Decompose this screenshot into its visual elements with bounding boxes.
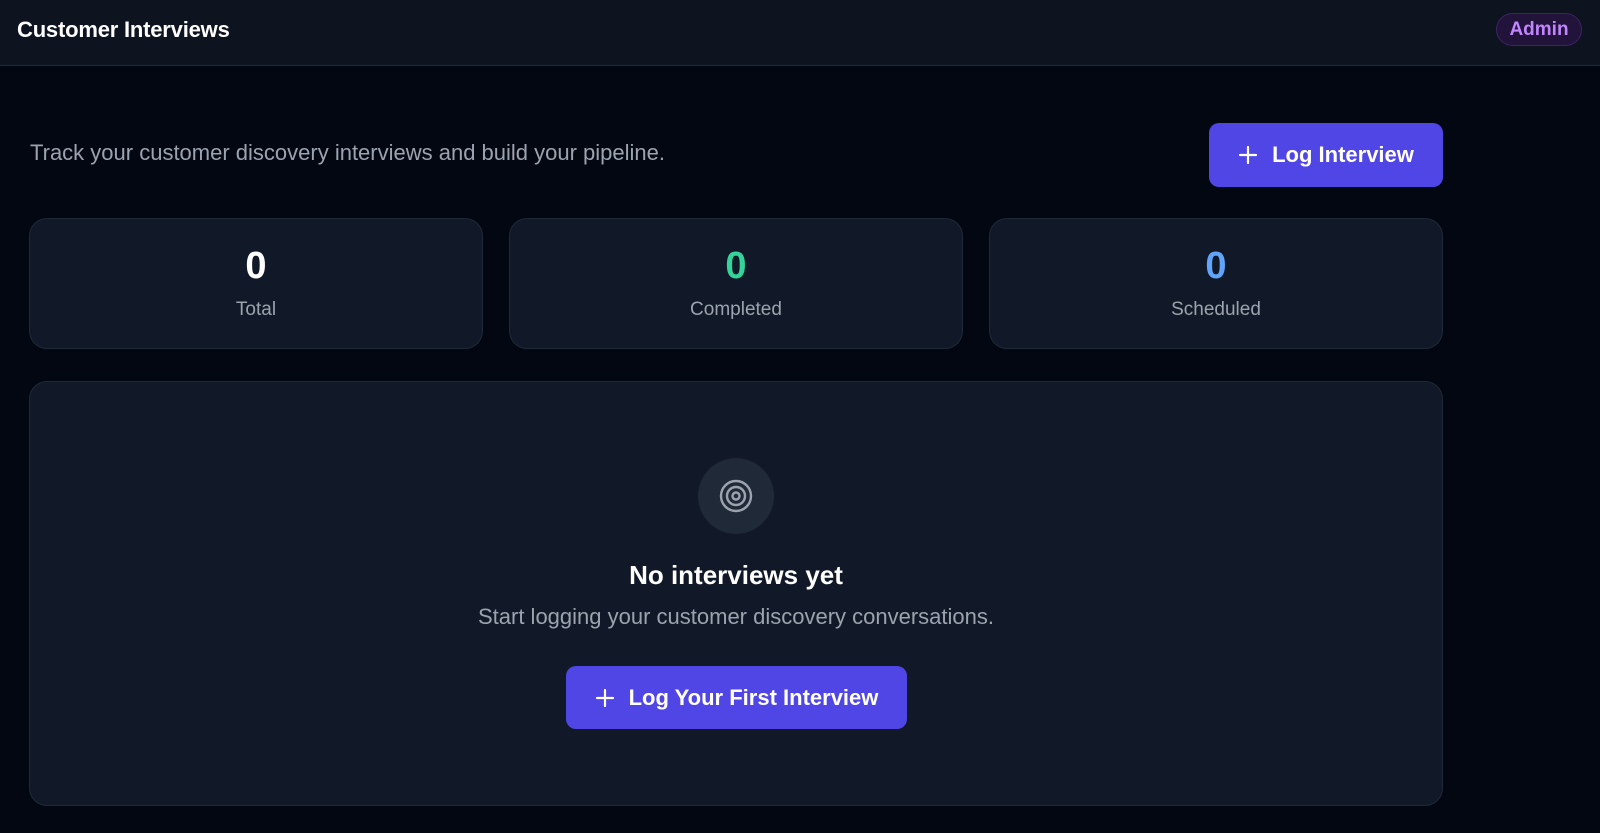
stat-value-scheduled: 0 bbox=[1205, 245, 1227, 287]
stat-value-total: 0 bbox=[245, 245, 267, 287]
log-first-interview-button[interactable]: Log Your First Interview bbox=[566, 666, 907, 729]
log-first-interview-button-label: Log Your First Interview bbox=[628, 684, 879, 710]
stat-value-completed: 0 bbox=[725, 245, 747, 287]
empty-state-title: No interviews yet bbox=[629, 560, 843, 590]
log-interview-button[interactable]: Log Interview bbox=[1209, 123, 1443, 187]
stat-card-total: 0 Total bbox=[29, 218, 483, 349]
page-subtitle: Track your customer discovery interviews… bbox=[30, 140, 666, 165]
stat-label-scheduled: Scheduled bbox=[1171, 299, 1261, 320]
empty-state-icon-circle bbox=[698, 458, 774, 534]
plus-icon bbox=[595, 688, 614, 707]
log-interview-button-label: Log Interview bbox=[1272, 142, 1414, 167]
top-bar: Customer Interviews Admin bbox=[0, 0, 1600, 66]
empty-state-panel bbox=[29, 381, 1443, 806]
stat-label-total: Total bbox=[235, 299, 277, 320]
stat-card-scheduled: 0 Scheduled bbox=[989, 218, 1443, 349]
target-icon bbox=[719, 479, 753, 513]
stat-label-completed: Completed bbox=[690, 299, 782, 320]
admin-role-badge[interactable]: Admin bbox=[1496, 13, 1582, 46]
plus-icon bbox=[1238, 145, 1258, 165]
empty-state-description: Start logging your customer discovery co… bbox=[477, 604, 994, 629]
page-title: Customer Interviews bbox=[17, 17, 230, 42]
stat-card-completed: 0 Completed bbox=[509, 218, 963, 349]
